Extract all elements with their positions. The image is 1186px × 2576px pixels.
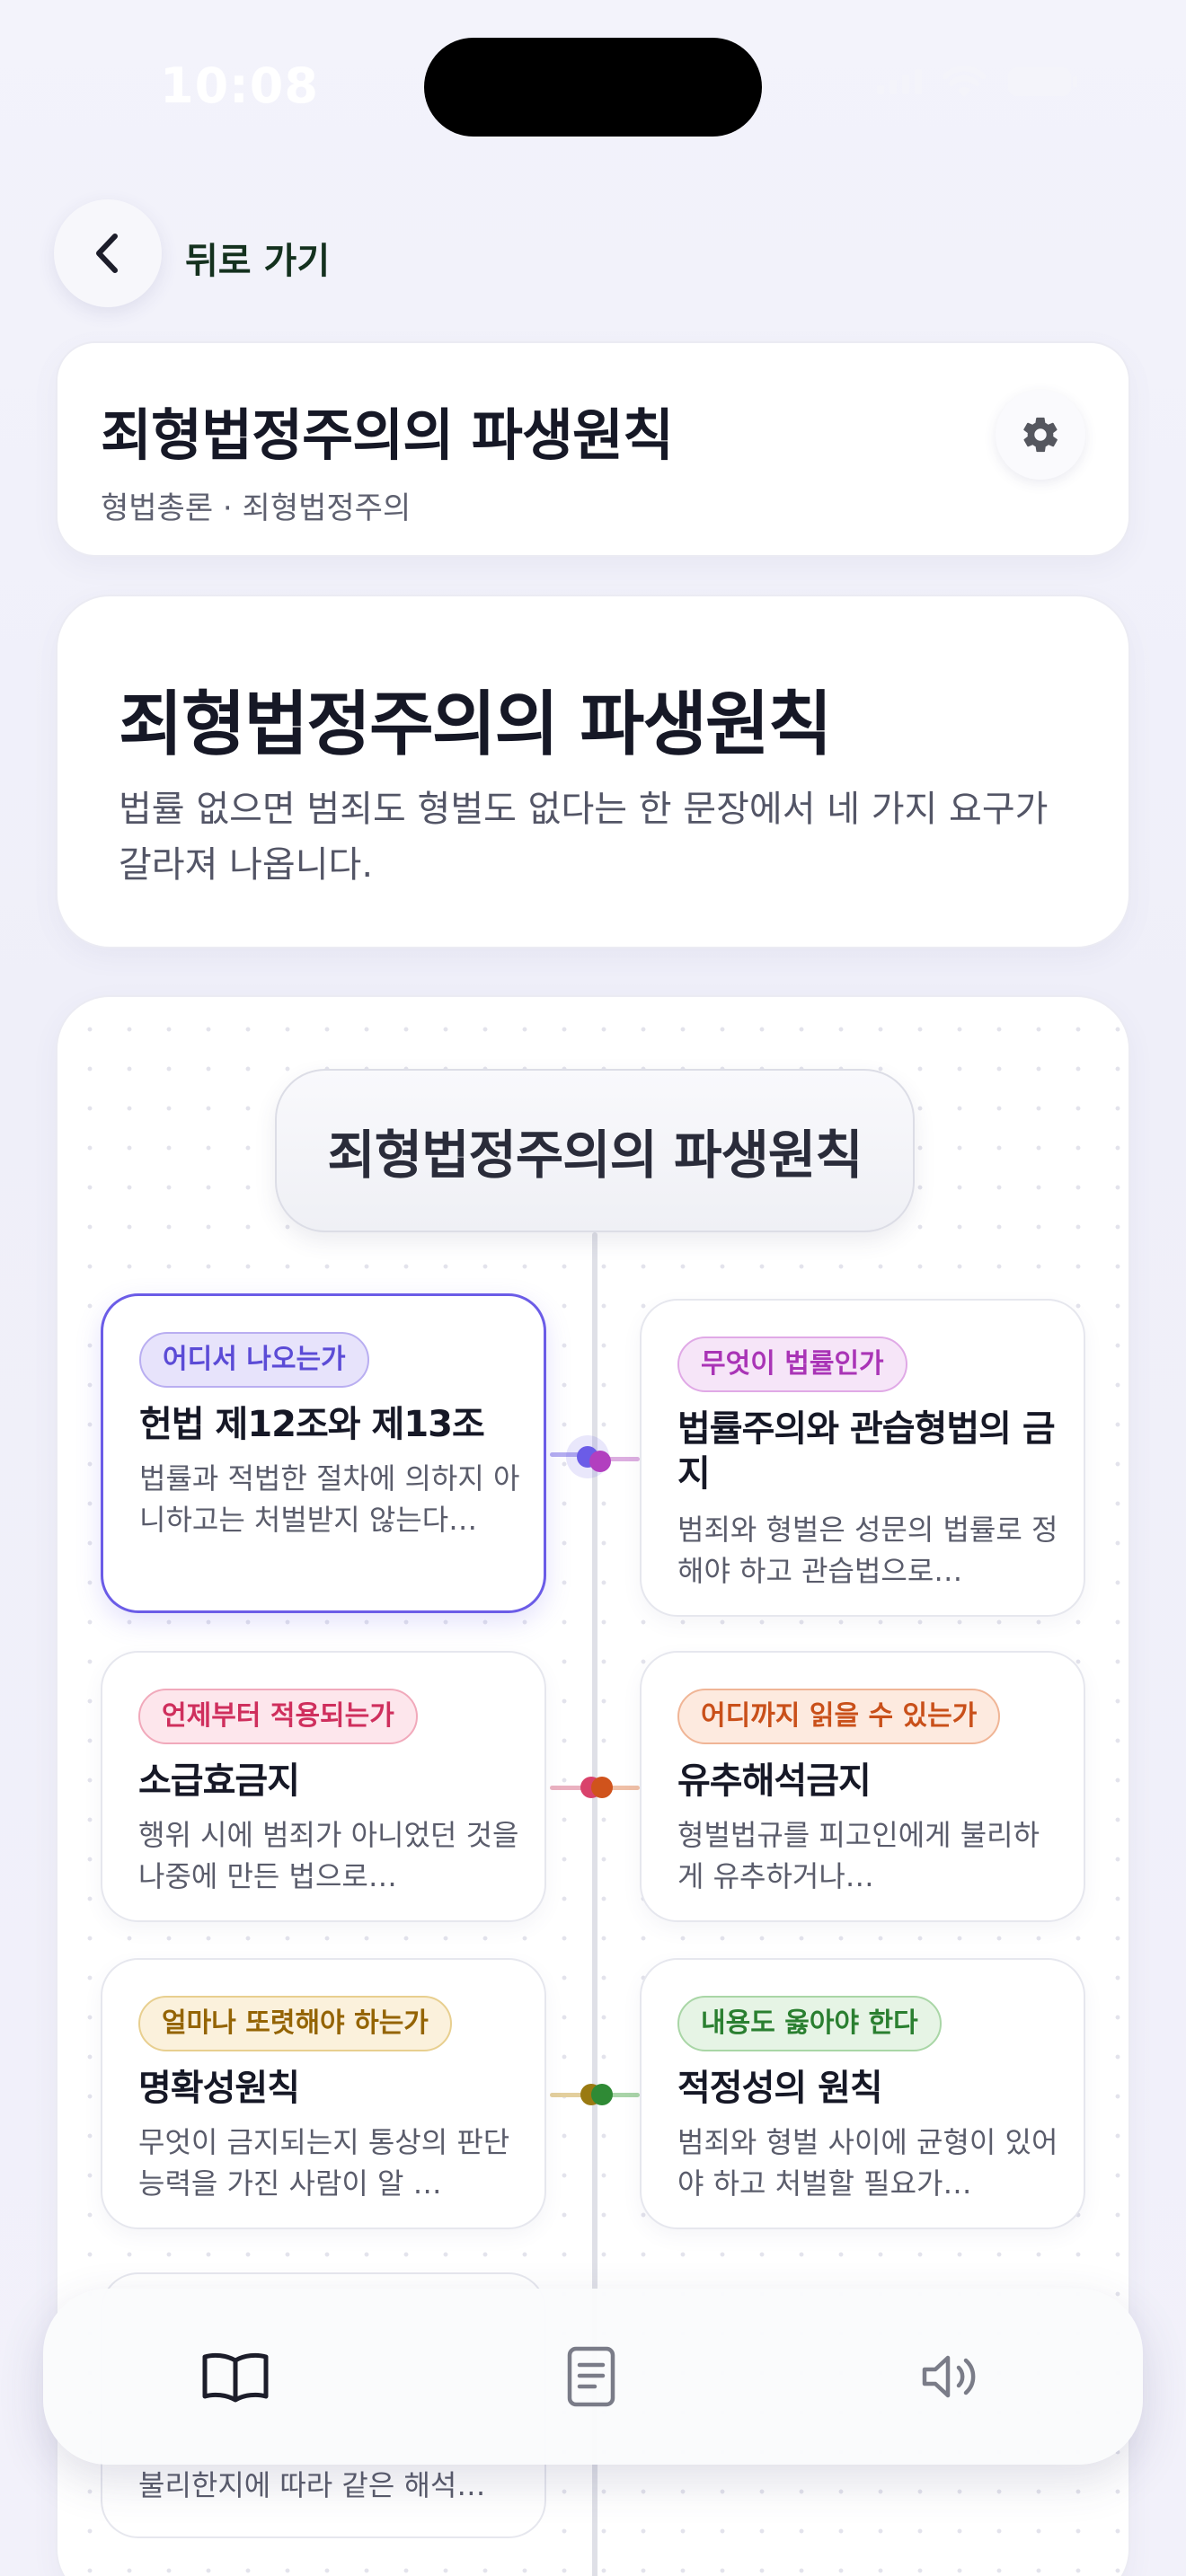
mindmap-node-retroactivity[interactable]: 언제부터 적용되는가 소급효금지 행위 시에 범죄가 아니었던 것을 나중에 만… <box>101 1651 546 1922</box>
battery-icon <box>1006 65 1078 99</box>
connector-dot-2 <box>589 1451 611 1472</box>
intro-card: 죄형법정주의의 파생원칙 법률 없으면 범죄도 형벌도 없다는 한 문장에서 네… <box>56 595 1130 948</box>
connector-dot-6 <box>591 2084 613 2105</box>
bottom-tab-bar <box>43 2289 1143 2465</box>
node-desc: 범죄와 형벌 사이에 균형이 있어야 하고 처벌할 필요가… <box>677 2125 1058 2201</box>
wifi-icon <box>942 65 987 99</box>
node-tag: 무엇이 법률인가 <box>677 1337 907 1392</box>
tab-audio[interactable] <box>906 2332 996 2422</box>
mindmap-node-analogy[interactable]: 어디까지 읽을 수 있는가 유추해석금지 형벌법규를 피고인에게 불리하게 유추… <box>640 1651 1085 1922</box>
book-icon <box>202 2352 269 2403</box>
status-icons <box>877 65 1078 99</box>
node-tag: 얼마나 또렷해야 하는가 <box>138 1996 452 2051</box>
intro-description: 법률 없으면 범죄도 형벌도 없다는 한 문장에서 네 가지 요구가 갈라져 나… <box>119 789 1049 886</box>
node-title: 법률주의와 관습형법의 금지 <box>677 1408 1056 1495</box>
node-tag: 언제부터 적용되는가 <box>138 1689 418 1744</box>
root-label: 죄형법정주의의 파생원칙 <box>327 1125 863 1186</box>
mindmap-node-origin[interactable]: 어디서 나오는가 헌법 제12조와 제13조 법률과 적법한 절차에 의하지 아… <box>101 1293 546 1613</box>
node-title: 소급효금지 <box>138 1760 300 1802</box>
mindmap-node-clarity[interactable]: 얼마나 또렷해야 하는가 명확성원칙 무엇이 금지되는지 통상의 판단능력을 가… <box>101 1958 546 2229</box>
node-title: 유추해석금지 <box>677 1760 872 1802</box>
node-tag: 어디서 나오는가 <box>139 1332 369 1388</box>
node-desc: 법률과 적법한 절차에 의하지 아니하고는 처벌받지 않는다… <box>139 1461 520 1537</box>
mindmap-root-node[interactable]: 죄형법정주의의 파생원칙 <box>275 1069 915 1232</box>
chevron-left-icon <box>96 234 118 273</box>
speaker-icon <box>922 2355 976 2398</box>
node-desc: 범죄와 형벌은 성문의 법률로 정해야 하고 관습법으로… <box>677 1513 1058 1588</box>
breadcrumb: 형법총론 · 죄형법정주의 <box>101 490 412 526</box>
tab-document[interactable] <box>546 2332 636 2422</box>
gear-icon <box>1023 417 1058 453</box>
node-title: 헌법 제12조와 제13조 <box>139 1404 485 1445</box>
connector-dot-4 <box>591 1777 613 1798</box>
node-desc: 불리한지에 따라 같은 해석… <box>138 2468 486 2502</box>
node-title: 적정성의 원칙 <box>677 2068 883 2109</box>
document-icon <box>567 2346 615 2407</box>
screen: 10:08 뒤로 가기 죄형법정주의의 파생원칙 형법총론 · 죄형법정주의 죄… <box>0 0 1186 2576</box>
back-label[interactable]: 뒤로 가기 <box>185 232 330 284</box>
node-desc: 무엇이 금지되는지 통상의 판단능력을 가진 사람이 알 … <box>138 2125 510 2201</box>
dynamic-island <box>424 38 762 137</box>
node-title: 명확성원칙 <box>138 2068 300 2109</box>
status-time: 10:08 <box>160 57 319 114</box>
settings-button[interactable] <box>996 390 1085 480</box>
signal-icon <box>877 69 922 94</box>
back-button[interactable] <box>54 199 162 307</box>
header-card: 죄형법정주의의 파생원칙 형법총론 · 죄형법정주의 <box>56 341 1130 557</box>
mindmap-node-propriety[interactable]: 내용도 옳아야 한다 적정성의 원칙 범죄와 형벌 사이에 균형이 있어야 하고… <box>640 1958 1085 2229</box>
intro-title: 죄형법정주의의 파생원칙 <box>119 684 833 765</box>
node-desc: 행위 시에 범죄가 아니었던 것을 나중에 만든 법으로… <box>138 1818 519 1893</box>
node-desc: 형벌법규를 피고인에게 불리하게 유추하거나… <box>677 1818 1040 1893</box>
node-tag: 내용도 옳아야 한다 <box>677 1996 942 2051</box>
node-tag: 어디까지 읽을 수 있는가 <box>677 1689 1001 1744</box>
tab-book[interactable] <box>190 2332 280 2422</box>
mindmap-node-legalism[interactable]: 무엇이 법률인가 법률주의와 관습형법의 금지 범죄와 형벌은 성문의 법률로 … <box>640 1299 1085 1617</box>
page-title: 죄형법정주의의 파생원칙 <box>101 402 674 468</box>
